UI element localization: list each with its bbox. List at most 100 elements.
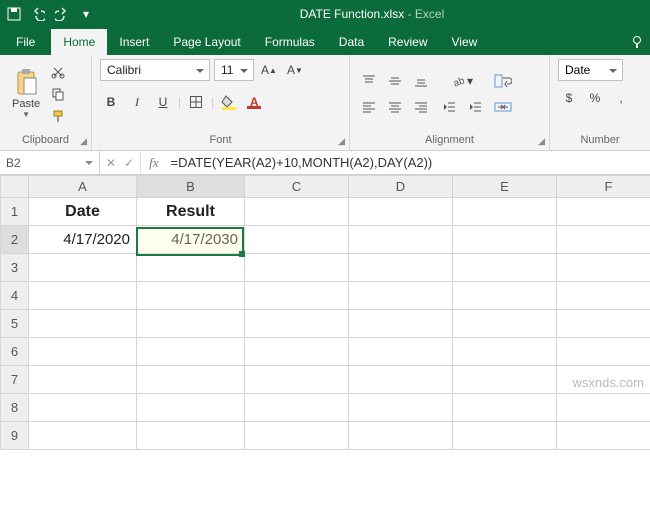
cancel-formula-icon[interactable]: ✕ [106,156,116,170]
cell[interactable] [245,254,349,282]
cell[interactable] [137,422,245,450]
font-color-icon[interactable]: A [244,91,266,113]
cell[interactable] [137,366,245,394]
cell[interactable] [453,422,557,450]
formula-input[interactable]: =DATE(YEAR(A2)+10,MONTH(A2),DAY(A2)) [167,151,650,174]
launcher-icon[interactable]: ◢ [338,136,345,147]
cell[interactable] [29,422,137,450]
cell[interactable] [29,310,137,338]
worksheet-grid[interactable]: A B C D E F 1 Date Result 2 4/17/2020 4/… [0,175,650,450]
cell[interactable] [29,338,137,366]
align-left-icon[interactable] [358,96,380,118]
cell[interactable] [137,394,245,422]
row-header[interactable]: 7 [1,366,29,394]
col-header-F[interactable]: F [557,176,650,198]
cell[interactable] [29,254,137,282]
cell[interactable] [245,226,349,254]
cell[interactable] [453,254,557,282]
row-header[interactable]: 6 [1,338,29,366]
cell[interactable] [453,226,557,254]
cell[interactable] [245,282,349,310]
save-icon[interactable] [6,6,22,22]
cell[interactable] [349,366,453,394]
copy-icon[interactable] [50,86,66,102]
currency-icon[interactable]: $ [558,87,580,109]
cell[interactable] [557,254,650,282]
cell[interactable] [557,338,650,366]
row-header[interactable]: 5 [1,310,29,338]
number-format-combo[interactable]: Date [558,59,623,81]
wrap-text-icon[interactable] [492,70,514,92]
col-header-A[interactable]: A [29,176,137,198]
font-size-combo[interactable]: 11 [214,59,254,81]
cell[interactable] [137,254,245,282]
cell[interactable] [453,282,557,310]
cell[interactable] [349,282,453,310]
cell[interactable] [349,310,453,338]
decrease-indent-icon[interactable] [438,96,460,118]
launcher-icon[interactable]: ◢ [80,136,87,147]
font-name-combo[interactable]: Calibri [100,59,210,81]
row-header[interactable]: 9 [1,422,29,450]
tab-review[interactable]: Review [376,29,439,55]
cell[interactable] [137,282,245,310]
cell[interactable] [29,282,137,310]
col-header-B[interactable]: B [137,176,245,198]
fill-color-icon[interactable] [218,91,240,113]
select-all-corner[interactable] [1,176,29,198]
cell[interactable] [453,338,557,366]
tab-view[interactable]: View [440,29,490,55]
cell[interactable] [29,366,137,394]
cell[interactable]: Result [137,198,245,226]
undo-icon[interactable] [30,6,46,22]
bold-button[interactable]: B [100,91,122,113]
tab-file[interactable]: File [0,29,51,55]
cell[interactable] [557,422,650,450]
decrease-font-icon[interactable]: A▼ [284,59,306,81]
underline-button[interactable]: U [152,91,174,113]
accept-formula-icon[interactable]: ✓ [124,156,134,170]
cell[interactable] [29,394,137,422]
row-header[interactable]: 4 [1,282,29,310]
cell[interactable] [245,338,349,366]
cell[interactable] [349,394,453,422]
tab-home[interactable]: Home [51,29,107,55]
format-painter-icon[interactable] [50,108,66,124]
row-header[interactable]: 1 [1,198,29,226]
cell[interactable] [245,366,349,394]
cell[interactable] [557,226,650,254]
cell[interactable] [557,198,650,226]
launcher-icon[interactable]: ◢ [538,136,545,147]
cell[interactable] [245,310,349,338]
cell[interactable] [245,394,349,422]
cell[interactable]: 4/17/2020 [29,226,137,254]
orientation-icon[interactable]: ab▾ [438,70,486,92]
cell[interactable]: Date [29,198,137,226]
increase-indent-icon[interactable] [464,96,486,118]
align-top-icon[interactable] [358,70,380,92]
merge-center-icon[interactable] [492,96,514,118]
tell-me-icon[interactable] [624,35,650,55]
cell[interactable] [349,254,453,282]
cell[interactable] [349,226,453,254]
row-header[interactable]: 2 [1,226,29,254]
row-header[interactable]: 8 [1,394,29,422]
tab-data[interactable]: Data [327,29,376,55]
comma-icon[interactable]: , [610,87,632,109]
italic-button[interactable]: I [126,91,148,113]
cell[interactable] [453,366,557,394]
name-box[interactable]: B2 [0,151,100,174]
percent-icon[interactable]: % [584,87,606,109]
align-right-icon[interactable] [410,96,432,118]
row-header[interactable]: 3 [1,254,29,282]
cell[interactable] [349,198,453,226]
cell[interactable] [453,394,557,422]
cell[interactable] [245,198,349,226]
qat-customize-icon[interactable]: ▾ [78,6,94,22]
tab-formulas[interactable]: Formulas [253,29,327,55]
paste-button[interactable]: Paste ▼ [8,66,44,121]
align-center-icon[interactable] [384,96,406,118]
cell[interactable] [245,422,349,450]
fx-icon[interactable]: fx [141,151,166,174]
cell[interactable] [557,394,650,422]
